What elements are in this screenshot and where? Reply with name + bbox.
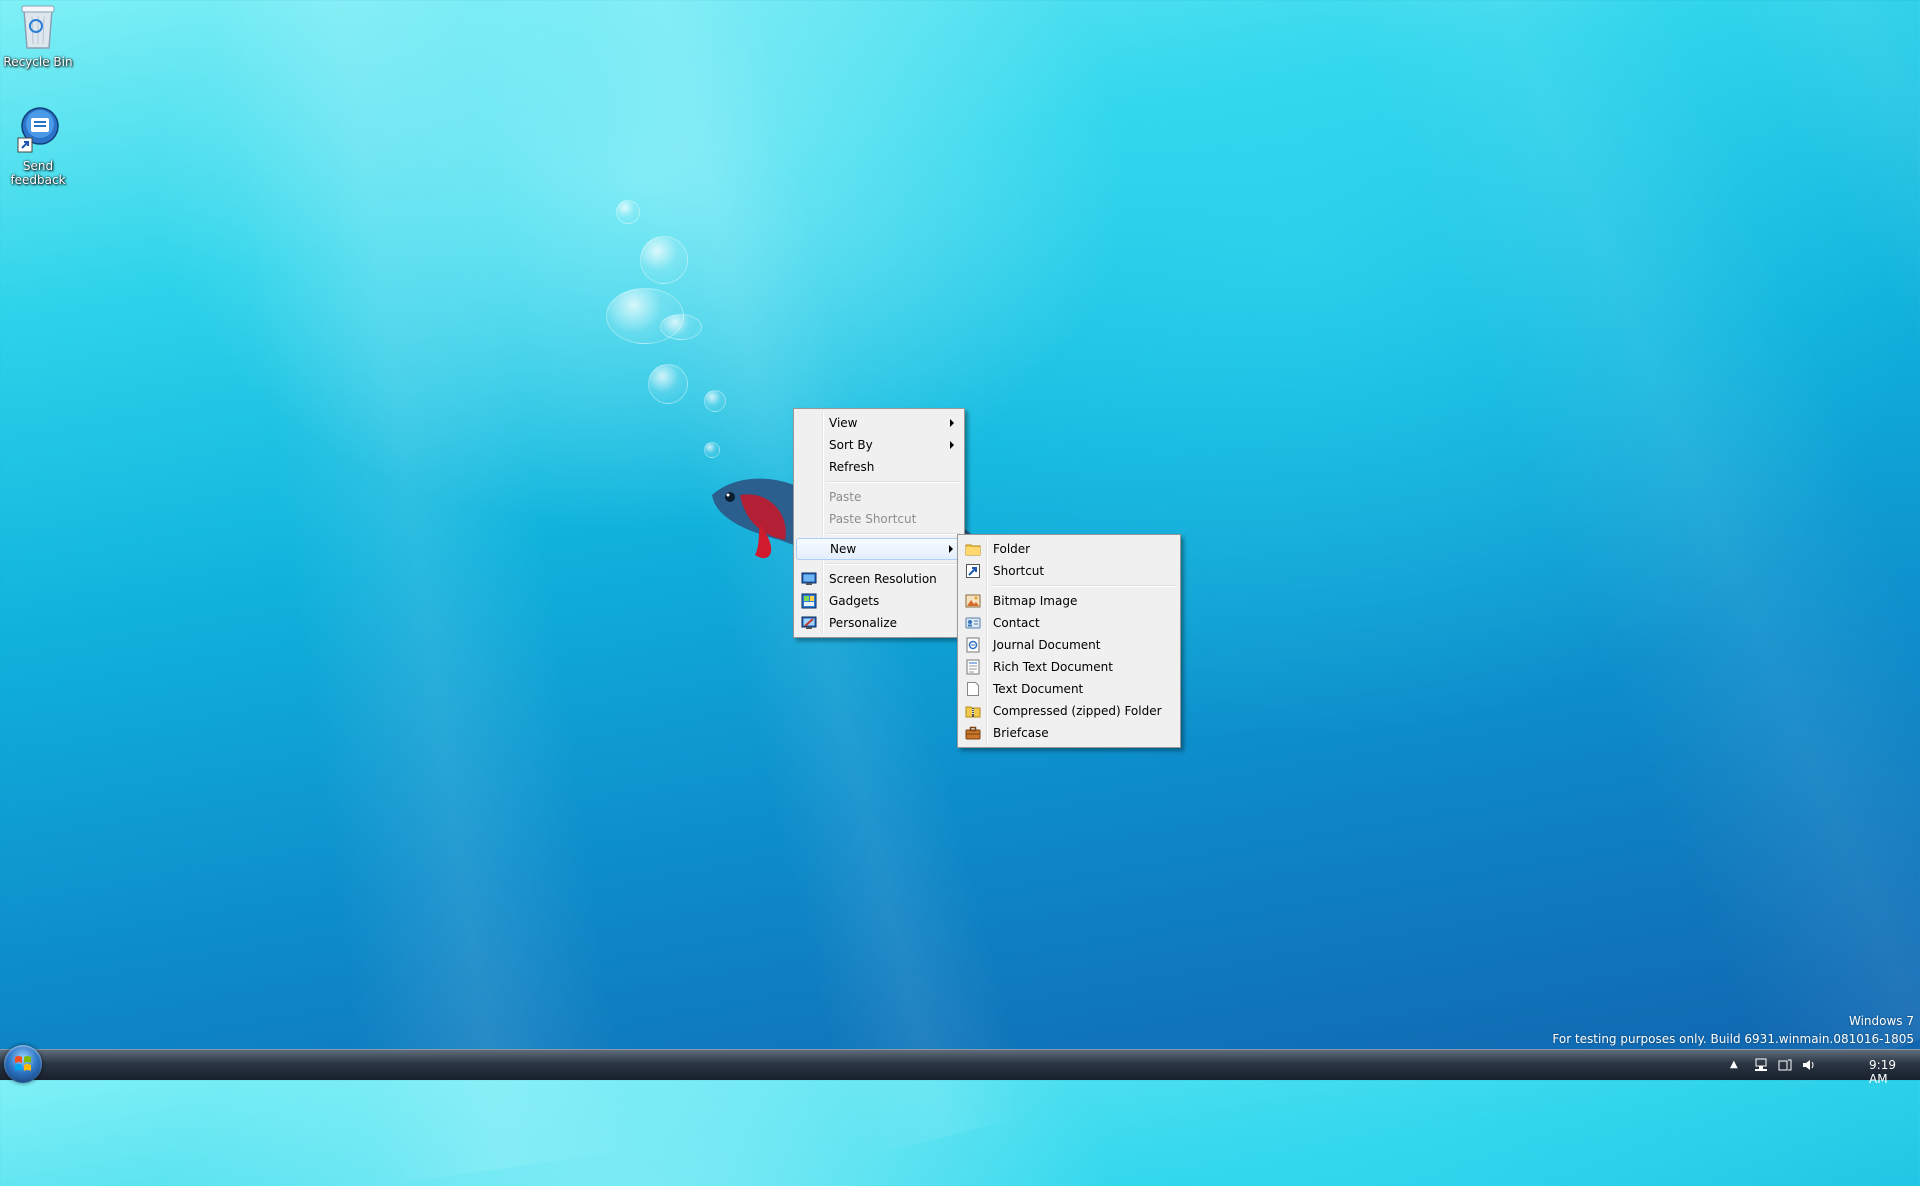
menu-item-gadgets[interactable]: Gadgets (796, 590, 962, 612)
submenu-item-rich-text-document-label: Rich Text Document (993, 660, 1113, 674)
menu-item-gadgets-label: Gadgets (829, 594, 880, 608)
menu-separator (990, 585, 1176, 587)
menu-item-paste-shortcut: Paste Shortcut (796, 508, 962, 530)
text-document-icon (967, 682, 979, 696)
personalize-icon (801, 616, 817, 629)
wallpaper-bubble (616, 200, 640, 224)
action-center-icon[interactable] (1778, 1058, 1792, 1072)
menu-item-paste: Paste (796, 486, 962, 508)
menu-item-paste-label: Paste (829, 490, 862, 504)
rich-text-document-icon (966, 659, 980, 675)
menu-item-sort-by[interactable]: Sort By (796, 434, 962, 456)
desktop-icon-send-feedback[interactable]: Send feedback (0, 106, 76, 187)
gadgets-icon (801, 593, 817, 609)
screen-resolution-icon (801, 572, 817, 585)
recycle-bin-icon (21, 5, 55, 49)
submenu-item-text-document-label: Text Document (993, 682, 1084, 696)
menu-item-screen-resolution[interactable]: Screen Resolution (796, 568, 962, 590)
wallpaper-bubble (640, 236, 688, 284)
build-info-watermark: For testing purposes only. Build 6931.wi… (1552, 1032, 1914, 1046)
menu-separator (826, 533, 960, 535)
menu-item-refresh[interactable]: Refresh (796, 456, 962, 478)
submenu-item-compressed-folder-label: Compressed (zipped) Folder (993, 704, 1162, 718)
menu-separator (826, 481, 960, 483)
windows-logo-icon (15, 1056, 31, 1071)
submenu-arrow-icon (950, 441, 954, 449)
menu-item-new[interactable]: New (796, 538, 962, 560)
shortcut-icon (966, 564, 980, 578)
bitmap-image-icon (965, 594, 981, 608)
submenu-item-rich-text-document[interactable]: Rich Text Document (960, 656, 1178, 678)
desktop-icon-recycle-bin[interactable]: Recycle Bin (0, 2, 76, 69)
show-hidden-icons-icon[interactable]: ▲ (1730, 1059, 1744, 1073)
send-feedback-label: Send feedback (10, 159, 66, 187)
wallpaper-bubble (660, 314, 702, 340)
submenu-item-briefcase-label: Briefcase (993, 726, 1049, 740)
menu-item-view[interactable]: View (796, 412, 962, 434)
new-submenu: Folder Shortcut Bitmap Image Contact Jou… (957, 534, 1181, 748)
menu-item-sort-by-label: Sort By (829, 438, 873, 452)
start-button[interactable] (4, 1045, 42, 1083)
submenu-item-contact-label: Contact (993, 616, 1040, 630)
submenu-item-folder[interactable]: Folder (960, 538, 1178, 560)
wallpaper-bubble (704, 390, 726, 412)
menu-item-personalize-label: Personalize (829, 616, 898, 630)
submenu-item-shortcut[interactable]: Shortcut (960, 560, 1178, 582)
submenu-arrow-icon (949, 545, 953, 553)
volume-icon[interactable] (1802, 1058, 1816, 1072)
network-icon[interactable] (1754, 1058, 1768, 1072)
zip-folder-icon (965, 706, 981, 718)
journal-document-icon (966, 637, 980, 653)
folder-icon (965, 544, 981, 556)
submenu-item-shortcut-label: Shortcut (993, 564, 1045, 578)
contact-icon (965, 617, 981, 629)
submenu-item-bitmap-image[interactable]: Bitmap Image (960, 590, 1178, 612)
taskbar-clock[interactable]: 9:19 AM (1869, 1058, 1896, 1086)
wallpaper-bubble (648, 364, 688, 404)
submenu-item-contact[interactable]: Contact (960, 612, 1178, 634)
briefcase-icon (965, 726, 981, 740)
submenu-item-journal-document[interactable]: Journal Document (960, 634, 1178, 656)
menu-item-paste-shortcut-label: Paste Shortcut (829, 512, 917, 526)
taskbar: ▲ 9:19 AM (0, 1045, 1920, 1086)
desktop-context-menu: View Sort By Refresh Paste Paste Shortcu… (793, 408, 965, 638)
feedback-icon (17, 107, 59, 153)
submenu-item-text-document[interactable]: Text Document (960, 678, 1178, 700)
submenu-item-compressed-folder[interactable]: Compressed (zipped) Folder (960, 700, 1178, 722)
menu-separator (826, 563, 960, 565)
recycle-bin-label: Recycle Bin (3, 55, 73, 69)
menu-item-screen-resolution-label: Screen Resolution (829, 572, 937, 586)
submenu-item-bitmap-image-label: Bitmap Image (993, 594, 1078, 608)
menu-item-refresh-label: Refresh (829, 460, 875, 474)
submenu-item-briefcase[interactable]: Briefcase (960, 722, 1178, 744)
menu-item-new-label: New (830, 542, 857, 556)
menu-item-view-label: View (829, 416, 858, 430)
submenu-item-journal-document-label: Journal Document (993, 638, 1101, 652)
submenu-arrow-icon (950, 419, 954, 427)
menu-item-personalize[interactable]: Personalize (796, 612, 962, 634)
windows-version-watermark: Windows 7 (1848, 1014, 1914, 1028)
submenu-item-folder-label: Folder (993, 542, 1031, 556)
